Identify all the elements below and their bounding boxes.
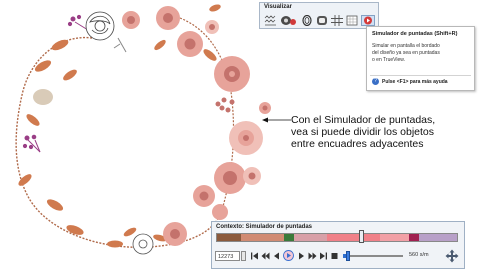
step-forward-icon[interactable] bbox=[297, 251, 306, 261]
tooltip-help-text: Pulse <F1> para más ayuda bbox=[382, 79, 448, 85]
wreath-stem bbox=[15, 36, 223, 249]
stop-icon[interactable] bbox=[330, 251, 339, 261]
show-objects-icon[interactable] bbox=[301, 15, 313, 26]
trueview-icon[interactable] bbox=[280, 15, 298, 26]
toolbar-title: Visualizar bbox=[264, 4, 292, 10]
player-controls: 12273 560 s/m bbox=[215, 249, 461, 265]
progress-thumb[interactable] bbox=[358, 230, 364, 243]
go-to-start-icon[interactable] bbox=[250, 251, 259, 261]
go-to-end-icon[interactable] bbox=[319, 251, 328, 261]
hoop-icon[interactable] bbox=[346, 15, 358, 26]
tooltip-divider bbox=[370, 75, 471, 76]
color-segment bbox=[217, 234, 241, 241]
purple-sprig-left bbox=[22, 134, 41, 153]
callout-text: Con el Simulador de puntadas, vea si pue… bbox=[291, 114, 436, 150]
speed-label: 560 s/m bbox=[409, 252, 429, 258]
visualizar-toolbar: Visualizar bbox=[259, 2, 379, 29]
tooltip-body: Simular en pantalla el bordado del diseñ… bbox=[372, 43, 440, 63]
grid-icon[interactable] bbox=[331, 15, 343, 26]
step-forward-fast-icon[interactable] bbox=[308, 251, 317, 261]
show-design-icon[interactable] bbox=[316, 15, 328, 26]
stitch-simulator-icon[interactable] bbox=[361, 15, 375, 26]
color-segment bbox=[380, 234, 409, 241]
play-icon[interactable] bbox=[283, 250, 294, 261]
berry-cluster bbox=[215, 97, 235, 113]
color-segment bbox=[418, 234, 457, 241]
step-back-fast-icon[interactable] bbox=[261, 251, 270, 261]
step-back-icon[interactable] bbox=[272, 251, 281, 261]
stitch-progress-bar[interactable] bbox=[216, 233, 458, 242]
stitch-view-icon[interactable] bbox=[264, 15, 277, 26]
color-segment bbox=[408, 234, 419, 241]
tooltip-title: Simulador de puntadas (Shift+R) bbox=[372, 31, 458, 37]
color-segment bbox=[241, 234, 285, 241]
color-segment bbox=[284, 234, 294, 241]
color-segment bbox=[327, 234, 381, 241]
leaves-left bbox=[18, 39, 167, 248]
stitch-player-panel: Contexto: Simulador de puntadas 12273 56… bbox=[211, 221, 465, 269]
grey-sprig bbox=[113, 37, 127, 53]
stitch-spinner[interactable] bbox=[241, 251, 246, 261]
help-icon: ? bbox=[372, 78, 379, 85]
move-icon[interactable] bbox=[445, 249, 459, 263]
roses-top-right bbox=[156, 6, 250, 92]
stitch-number-input[interactable]: 12273 bbox=[215, 251, 240, 261]
speed-slider-handle[interactable] bbox=[346, 251, 350, 261]
outline-rose bbox=[85, 11, 115, 41]
stitch-simulator-tooltip: Simulador de puntadas (Shift+R) Simular … bbox=[366, 26, 475, 91]
speed-slider-track[interactable] bbox=[343, 255, 403, 257]
purple-sprig-top bbox=[67, 14, 89, 31]
player-title: Contexto: Simulador de puntadas bbox=[216, 224, 313, 230]
beige-leaf bbox=[33, 89, 53, 105]
roses-right bbox=[193, 121, 263, 220]
callout-arrow bbox=[262, 117, 291, 123]
color-segment bbox=[293, 234, 328, 241]
